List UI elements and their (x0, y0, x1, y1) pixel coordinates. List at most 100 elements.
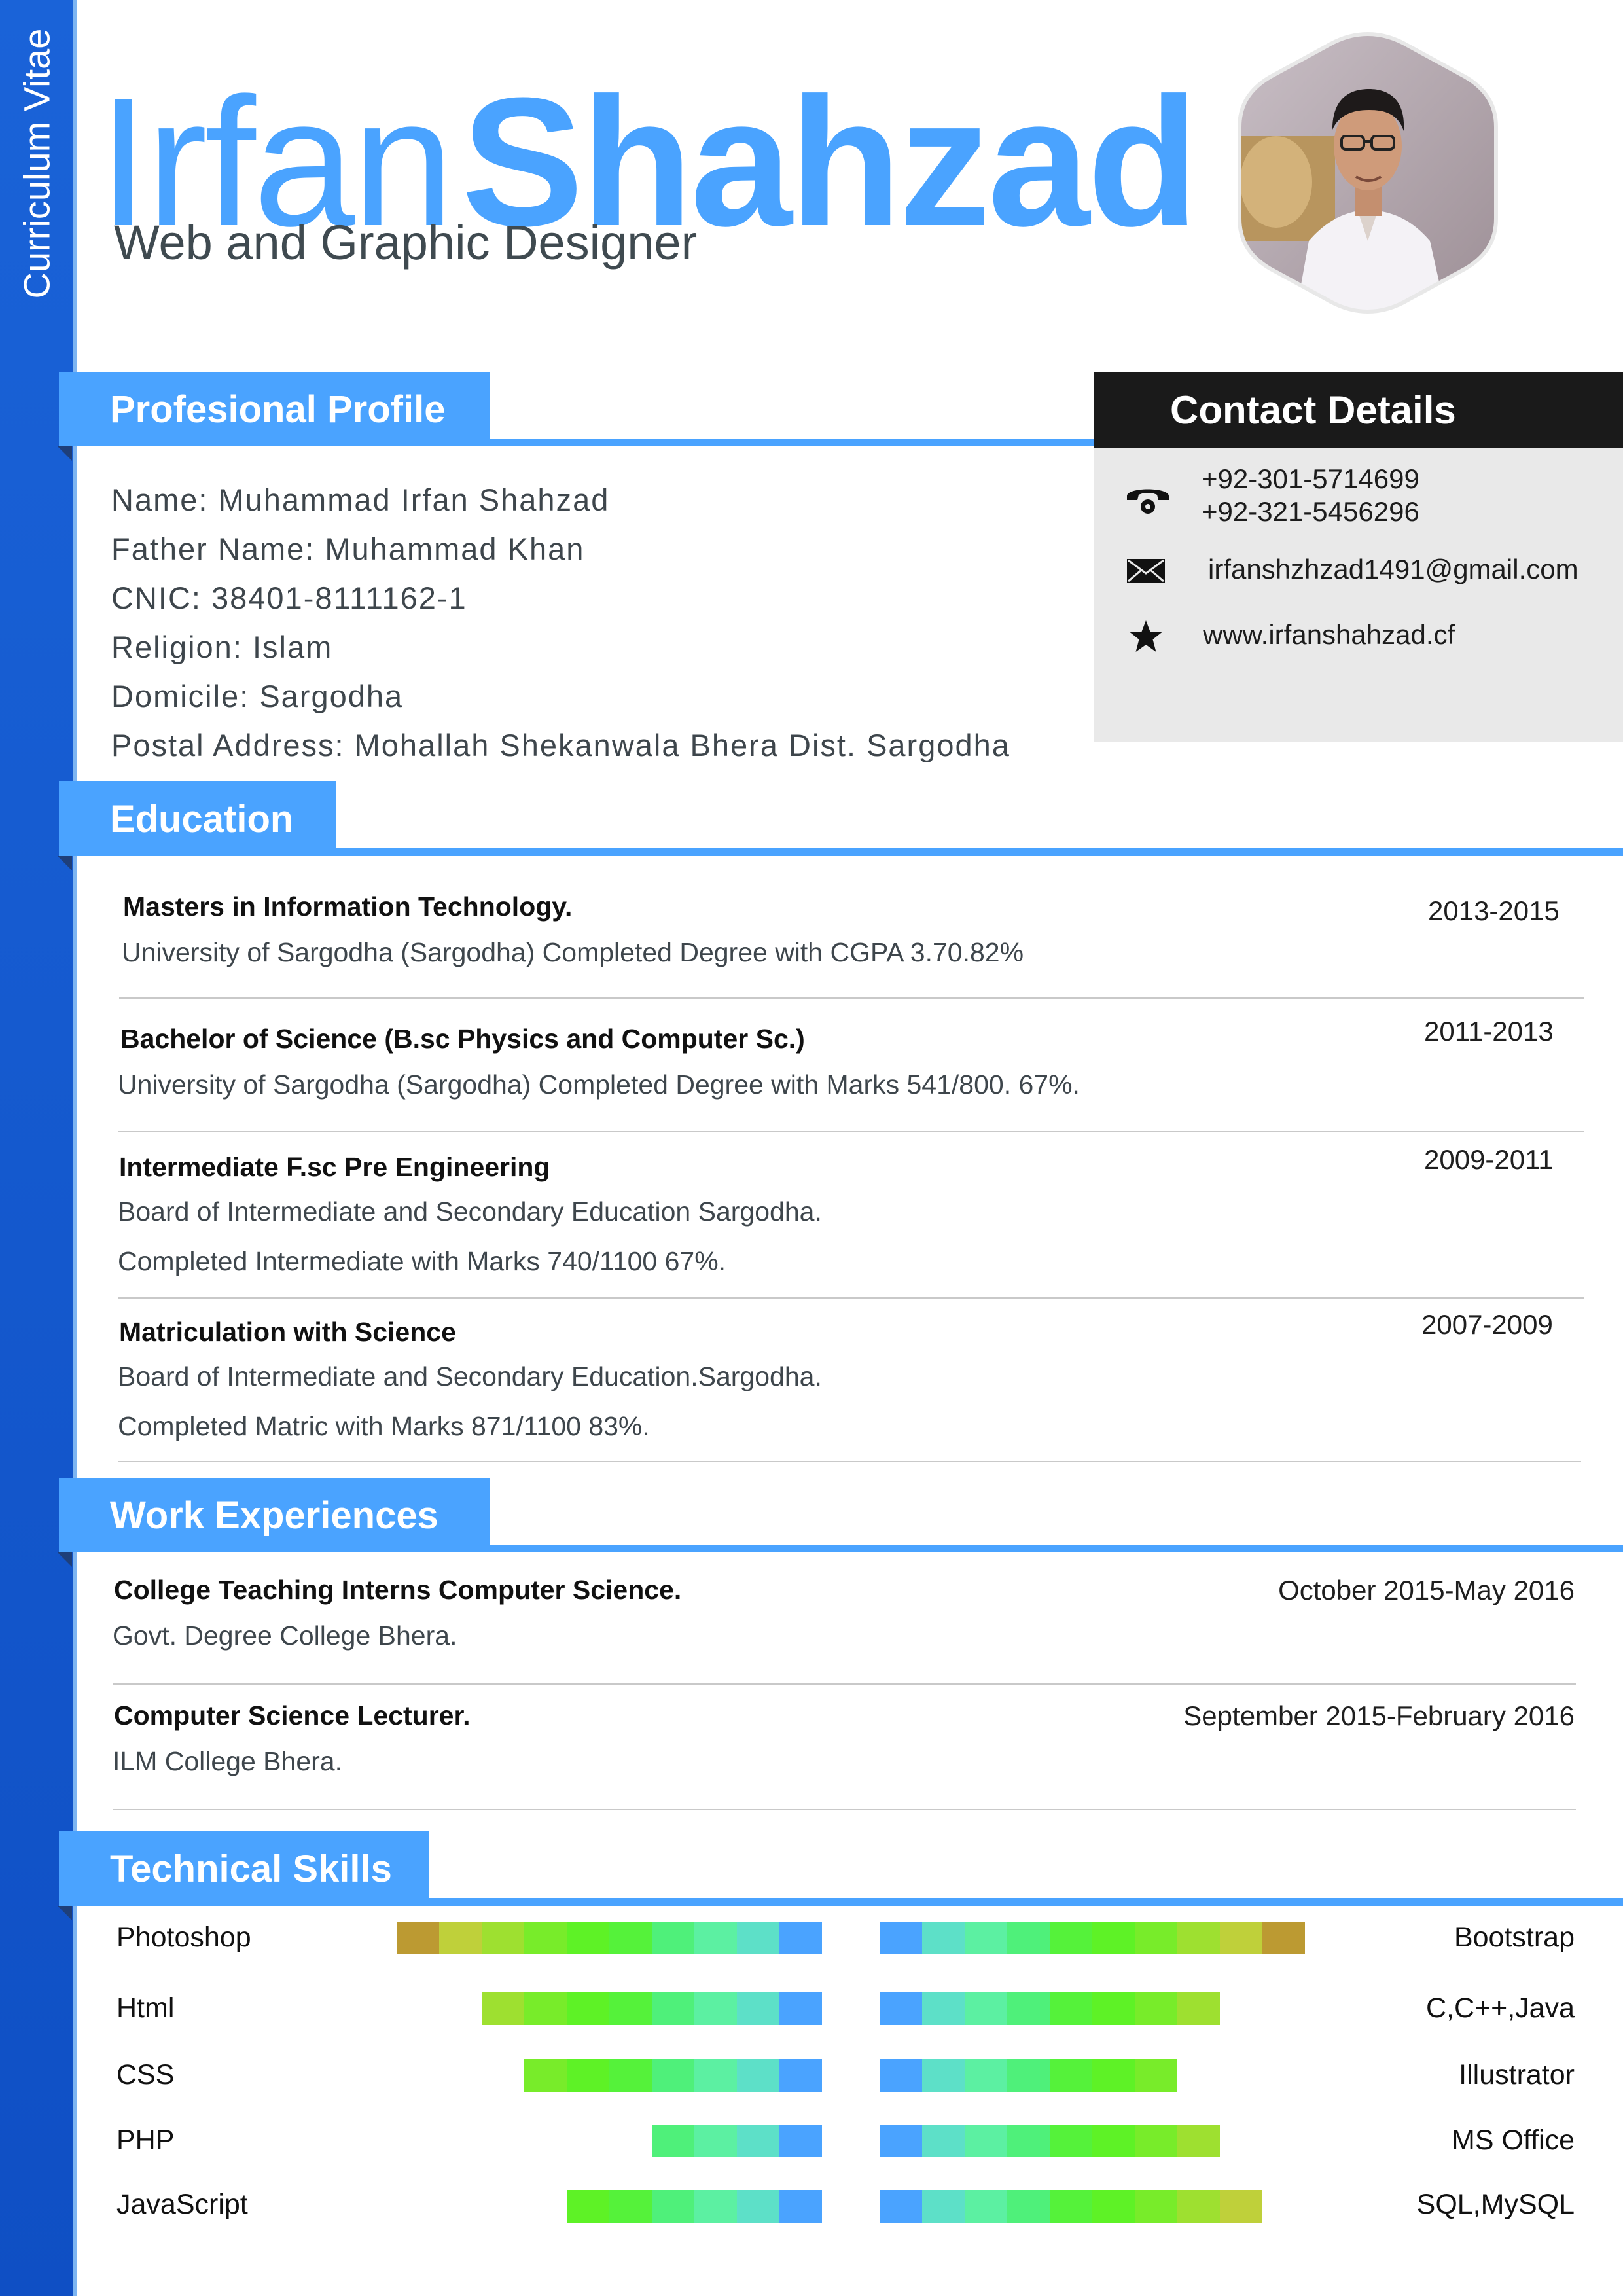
divider (118, 1461, 1581, 1462)
skill-bar-segment (965, 2125, 1007, 2157)
skill-name-left-2: Html (116, 1992, 175, 2024)
sidebar-edge (73, 0, 77, 2296)
work-dates-2: September 2015-February 2016 (1183, 1700, 1575, 1731)
skill-bar-right-3 (880, 2059, 1177, 2092)
section-corner (58, 1906, 72, 1920)
profile-photo (1238, 31, 1498, 314)
skill-bar-segment (737, 2059, 779, 2092)
skill-bar-segment (439, 1922, 482, 1954)
education-years-1: 2013-2015 (1428, 895, 1560, 926)
phone-1: +92-301-5714699 (1202, 463, 1419, 494)
skill-bar-segment (779, 1922, 822, 1954)
profile-name: Name: Muhammad Irfan Shahzad (111, 482, 610, 517)
skill-bar-segment (1262, 1922, 1305, 1954)
skill-bar-segment (567, 2059, 609, 2092)
profile-heading: Profesional Profile (59, 372, 490, 446)
work-place-2: ILM College Bhera. (113, 1746, 342, 1776)
skill-bar-segment (737, 2125, 779, 2157)
skill-bar-segment (1092, 1922, 1135, 1954)
skill-bar-segment (567, 1992, 609, 2025)
work-place-1: Govt. Degree College Bhera. (113, 1621, 457, 1651)
skill-bar-segment (524, 1922, 567, 1954)
skill-bar-right-5 (880, 2190, 1262, 2223)
skill-bar-segment (1135, 2125, 1177, 2157)
skill-bar-segment (1177, 2125, 1220, 2157)
skill-bar-segment (1050, 1992, 1092, 2025)
email-address[interactable]: irfanshzhzad1491@gmail.com (1208, 554, 1578, 585)
skill-bar-segment (652, 2190, 694, 2223)
skill-bar-segment (694, 1992, 737, 2025)
skill-bar-segment (922, 2059, 965, 2092)
skill-bar-segment (965, 2190, 1007, 2223)
skill-bar-segment (1135, 2190, 1177, 2223)
skill-bar-segment (1220, 2190, 1262, 2223)
skill-bar-segment (880, 2190, 922, 2223)
profile-domicile: Domicile: Sargodha (111, 679, 404, 713)
skill-bar-segment (965, 2059, 1007, 2092)
skill-bar-segment (652, 1992, 694, 2025)
skill-bar-segment (609, 2059, 652, 2092)
skill-bar-segment (1135, 1922, 1177, 1954)
skill-bar-segment (524, 1992, 567, 2025)
skill-bar-segment (1135, 1992, 1177, 2025)
skill-bar-segment (779, 1992, 822, 2025)
divider (113, 1683, 1576, 1685)
skill-bar-segment (1092, 1992, 1135, 2025)
education-years-3: 2009-2011 (1424, 1144, 1554, 1175)
skill-bar-segment (1092, 2190, 1135, 2223)
skill-bar-segment (880, 1922, 922, 1954)
education-line: Board of Intermediate and Secondary Educ… (118, 1196, 822, 1227)
work-rule (490, 1545, 1623, 1552)
skills-rule (429, 1898, 1623, 1906)
skill-bar-segment (779, 2125, 822, 2157)
contact-heading: Contact Details (1094, 372, 1623, 448)
phone-icon (1127, 489, 1169, 514)
work-dates-1: October 2015-May 2016 (1278, 1575, 1575, 1605)
skill-bar-segment (1050, 1922, 1092, 1954)
job-title: Web and Graphic Designer (114, 215, 698, 270)
skill-bar-segment (1007, 2190, 1050, 2223)
skill-name-right-1: Bootstrap (1454, 1922, 1575, 1953)
skill-bar-segment (482, 1992, 524, 2025)
skill-bar-segment (922, 2190, 965, 2223)
skill-bar-left-2 (482, 1992, 822, 2025)
education-line: Completed Intermediate with Marks 740/11… (118, 1246, 726, 1276)
phone-2: +92-321-5456296 (1202, 496, 1419, 527)
skill-bar-segment (609, 2190, 652, 2223)
skill-bar-segment (1050, 2190, 1092, 2223)
skill-name-left-3: CSS (116, 2059, 175, 2090)
divider (118, 1297, 1584, 1299)
education-heading: Education (59, 781, 336, 856)
divider (119, 997, 1584, 999)
skill-bar-segment (922, 1992, 965, 2025)
skill-bar-segment (609, 1992, 652, 2025)
education-line: University of Sargodha (Sargodha) Comple… (118, 1069, 1080, 1100)
skills-heading: Technical Skills (59, 1831, 429, 1906)
skill-bar-segment (922, 1922, 965, 1954)
envelope-icon (1127, 559, 1165, 583)
skill-bar-segment (524, 2059, 567, 2092)
skill-bar-segment (567, 1922, 609, 1954)
skill-bar-segment (482, 1922, 524, 1954)
skill-bar-segment (1007, 2059, 1050, 2092)
skill-bar-segment (779, 2059, 822, 2092)
skill-bar-right-4 (880, 2125, 1220, 2157)
website-link[interactable]: www.irfanshahzad.cf (1203, 619, 1455, 651)
skill-bar-segment (567, 2190, 609, 2223)
skill-bar-segment (880, 1992, 922, 2025)
skill-name-right-3: Illustrator (1459, 2059, 1575, 2090)
skill-bar-left-3 (524, 2059, 822, 2092)
skill-bar-segment (965, 1992, 1007, 2025)
sidebar (0, 0, 73, 2296)
skill-bar-segment (1050, 2059, 1092, 2092)
skill-bar-right-1 (880, 1922, 1305, 1954)
work-heading: Work Experiences (59, 1478, 490, 1552)
skill-bar-segment (779, 2190, 822, 2223)
education-title-1: Masters in Information Technology. (123, 891, 573, 922)
skill-bar-segment (1177, 1992, 1220, 2025)
skill-bar-segment (737, 2190, 779, 2223)
section-corner (58, 856, 72, 870)
skill-bar-segment (737, 1992, 779, 2025)
skill-bar-segment (737, 1922, 779, 1954)
skill-bar-segment (1007, 2125, 1050, 2157)
